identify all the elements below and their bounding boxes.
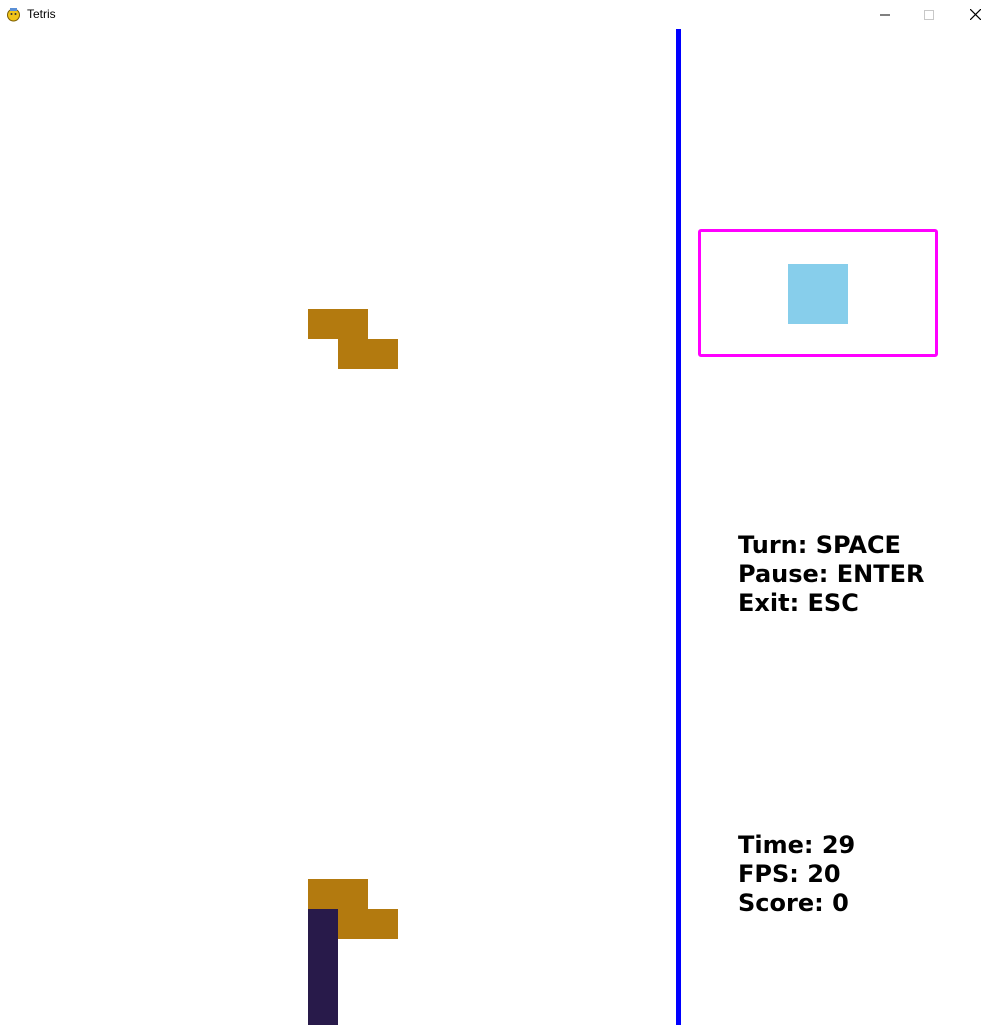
maximize-icon <box>924 9 934 20</box>
falling-piece-block <box>308 309 338 339</box>
landed-block <box>308 909 338 939</box>
game-board <box>0 29 676 1025</box>
board-divider <box>676 29 681 1025</box>
window-title: Tetris <box>27 7 56 21</box>
pygame-icon <box>6 7 21 22</box>
landed-block <box>338 909 368 939</box>
landed-block <box>368 909 398 939</box>
landed-block <box>308 939 338 969</box>
next-piece-block <box>788 264 848 324</box>
minimize-button[interactable] <box>862 0 908 29</box>
close-button[interactable] <box>952 0 996 29</box>
close-icon <box>969 9 981 20</box>
turn-control-label: Turn: SPACE <box>738 531 901 559</box>
fps-readout: FPS: 20 <box>738 860 841 888</box>
landed-block <box>338 879 368 909</box>
landed-block <box>308 879 338 909</box>
falling-piece-block <box>368 339 398 369</box>
maximize-button[interactable] <box>906 0 952 29</box>
stats-panel: Time: 29 FPS: 20 Score: 0 <box>738 831 855 918</box>
title-bar: Tetris <box>0 0 996 29</box>
falling-piece-block <box>338 339 368 369</box>
falling-piece-block <box>338 309 368 339</box>
landed-block <box>308 999 338 1025</box>
minimize-icon <box>880 14 890 15</box>
landed-block <box>308 969 338 999</box>
score-readout: Score: 0 <box>738 889 849 917</box>
next-piece-preview <box>698 229 938 357</box>
exit-control-label: Exit: ESC <box>738 589 859 617</box>
time-readout: Time: 29 <box>738 831 856 859</box>
game-canvas[interactable]: Turn: SPACE Pause: ENTER Exit: ESC Time:… <box>0 29 996 1025</box>
pause-control-label: Pause: ENTER <box>738 560 925 588</box>
controls-panel: Turn: SPACE Pause: ENTER Exit: ESC <box>738 531 924 618</box>
